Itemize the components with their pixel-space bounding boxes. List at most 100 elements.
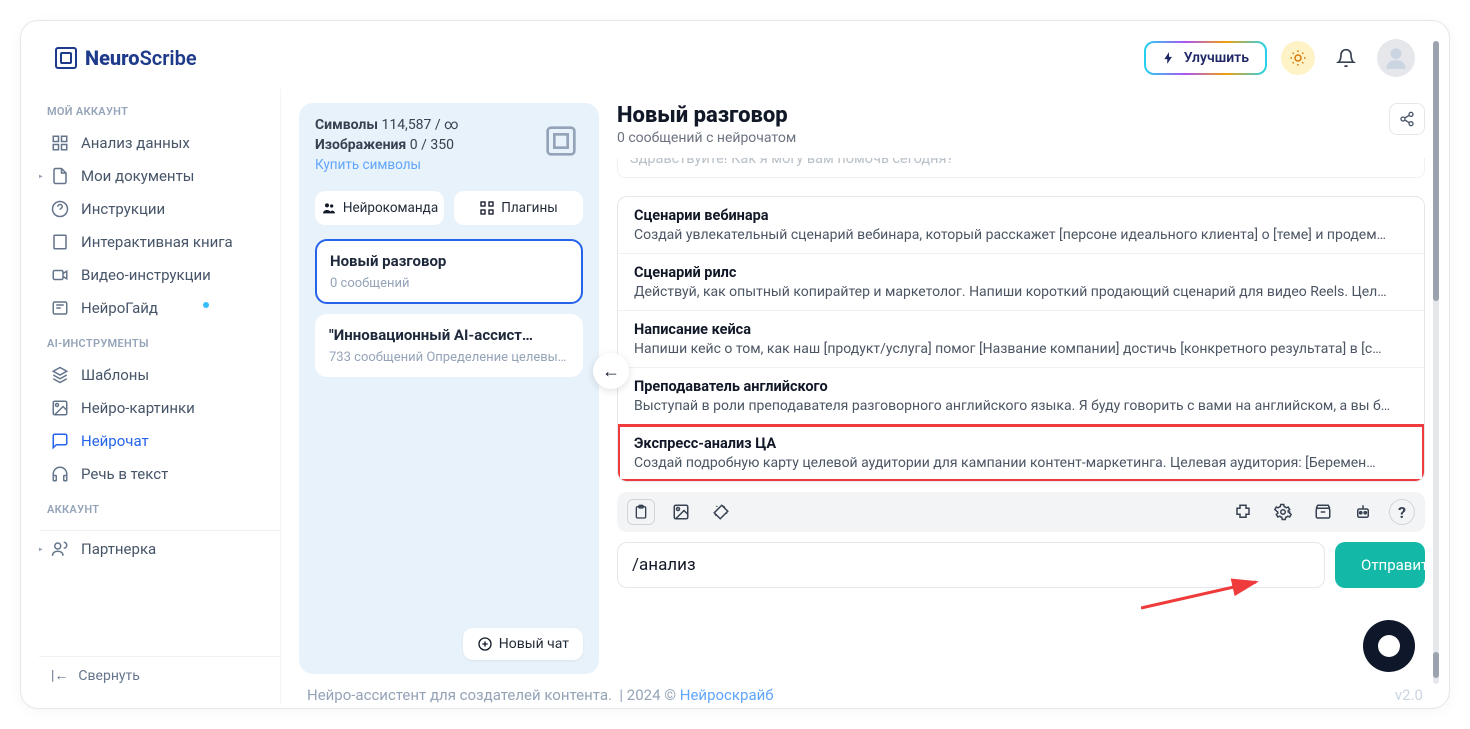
main-area: Символы 114,587 / ∞ Изображения 0 / 350 …	[281, 89, 1449, 704]
sidebar-item-chat[interactable]: Нейрочат	[39, 425, 274, 457]
chat-input[interactable]	[617, 542, 1325, 588]
sidebar-heading-acc2: АККАУНТ	[39, 491, 280, 524]
sidebar-item-guide[interactable]: НейроГайд	[39, 292, 274, 324]
layers-icon	[51, 366, 69, 384]
team-icon	[321, 200, 337, 216]
collapse-sidebar-button[interactable]: |← Свернуть	[39, 656, 280, 694]
chevron-right-icon: ▶	[39, 171, 43, 182]
plus-circle-icon	[477, 636, 493, 652]
version-label: v2.0	[1395, 686, 1423, 704]
attach-image-button[interactable]	[667, 499, 695, 525]
attach-clipboard-button[interactable]	[627, 499, 655, 525]
wand-icon	[712, 503, 730, 521]
upgrade-button[interactable]: Улучшить	[1144, 41, 1267, 75]
conversation-card[interactable]: Новый разговор 0 сообщений	[315, 239, 583, 304]
sidebar-label: Партнерка	[81, 540, 156, 558]
sidebar-item-analytics[interactable]: Анализ данных	[39, 127, 274, 159]
inbox-icon	[1314, 503, 1332, 521]
new-chat-label: Новый чат	[499, 636, 569, 652]
divider	[39, 530, 280, 531]
sidebar-heading-account: МОЙ АККАУНТ	[39, 93, 280, 126]
theme-toggle[interactable]	[1281, 41, 1315, 75]
sidebar-item-docs[interactable]: ▶ Мои документы	[39, 160, 274, 192]
sidebar-label: Шаблоны	[81, 366, 149, 384]
avatar-icon	[1383, 45, 1409, 71]
help-button[interactable]: ?	[1389, 499, 1415, 525]
conversations-panel: Символы 114,587 / ∞ Изображения 0 / 350 …	[299, 103, 599, 674]
sidebar-label: Интерактивная книга	[81, 233, 233, 251]
new-chat-button[interactable]: Новый чат	[463, 628, 583, 660]
sidebar-item-instructions[interactable]: Инструкции	[39, 193, 274, 225]
ext-button[interactable]	[1229, 499, 1257, 525]
suggestion-item[interactable]: Сценарии вебинара Создай увлекательный с…	[618, 197, 1424, 254]
sidebar-label: НейроГайд	[81, 299, 158, 317]
sidebar-item-affiliate[interactable]: ▶ Партнерка	[39, 533, 274, 565]
send-button[interactable]: Отправить	[1335, 542, 1425, 588]
chat-subtitle: 0 сообщений с нейрочатом	[617, 130, 796, 146]
suggestion-title: Экспресс-анализ ЦА	[634, 435, 1408, 452]
send-label: Отправить	[1361, 556, 1425, 574]
robot-button[interactable]	[1349, 499, 1377, 525]
tab-plugins[interactable]: Плагины	[454, 191, 583, 225]
conversation-card[interactable]: "Инновационный AI-ассист… 733 сообщений …	[315, 314, 583, 377]
tab-label: Плагины	[501, 200, 558, 216]
tab-team[interactable]: Нейрокоманда	[315, 191, 444, 225]
magic-button[interactable]	[707, 499, 735, 525]
sidebar-label: Видео-инструкции	[81, 266, 211, 284]
sidebar-item-book[interactable]: Интерактивная книга	[39, 226, 274, 258]
back-button[interactable]: ←	[593, 353, 629, 389]
settings-button[interactable]	[1269, 499, 1297, 525]
user-avatar[interactable]	[1377, 39, 1415, 77]
share-button[interactable]	[1389, 103, 1425, 135]
suggestion-title: Написание кейса	[634, 321, 1408, 338]
sidebar-item-video[interactable]: Видео-инструкции	[39, 259, 274, 291]
chat-icon	[51, 432, 69, 450]
suggestion-title: Сценарий рилс	[634, 264, 1408, 281]
floating-chat-button[interactable]	[1363, 620, 1415, 672]
conversation-title: Новый разговор	[330, 252, 568, 270]
chat-title: Новый разговор	[617, 103, 796, 128]
chevron-right-icon: ▶	[39, 544, 43, 555]
suggestion-title: Сценарии вебинара	[634, 207, 1408, 224]
image-icon	[51, 399, 69, 417]
upgrade-label: Улучшить	[1184, 50, 1249, 66]
bell-icon	[1336, 48, 1356, 68]
footer-link[interactable]: Нейроскрайб	[680, 686, 774, 704]
sidebar-label: Мои документы	[81, 167, 194, 185]
users-icon	[51, 540, 69, 558]
sidebar-item-images[interactable]: Нейро-картинки	[39, 392, 274, 424]
suggestion-item-highlighted[interactable]: Экспресс-анализ ЦА Создай подробную карт…	[618, 425, 1424, 481]
suggestion-item[interactable]: Преподаватель английского Выступай в рол…	[618, 368, 1424, 425]
suggestion-item[interactable]: Написание кейса Напиши кейс о том, как н…	[618, 311, 1424, 368]
notifications-button[interactable]	[1329, 41, 1363, 75]
file-icon	[51, 167, 69, 185]
suggestions-list: Сценарии вебинара Создай увлекательный с…	[617, 196, 1425, 482]
grid-icon	[51, 134, 69, 152]
greeting-message-cut: Здравствуйте! Как я могу вам помочь сего…	[617, 158, 1425, 178]
collapse-label: Свернуть	[78, 668, 139, 684]
suggestion-desc: Напиши кейс о том, как наш [продукт/услу…	[634, 341, 1408, 357]
newspaper-icon	[51, 299, 69, 317]
notification-dot	[203, 302, 209, 308]
video-icon	[51, 266, 69, 284]
footer: Нейро-ассистент для создателей контента.…	[281, 674, 1449, 704]
share-icon	[1399, 111, 1415, 127]
sidebar-label: Нейрочат	[81, 432, 149, 450]
archive-button[interactable]	[1309, 499, 1337, 525]
sidebar: МОЙ АККАУНТ Анализ данных ▶ Мои документ…	[21, 89, 281, 704]
sidebar-item-stt[interactable]: Речь в текст	[39, 458, 274, 490]
app-body: МОЙ АККАУНТ Анализ данных ▶ Мои документ…	[21, 89, 1449, 704]
suggestion-item[interactable]: Сценарий рилс Действуй, как опытный копи…	[618, 254, 1424, 311]
footer-text: Нейро-ассистент для создателей контента.	[307, 686, 612, 704]
help-icon	[51, 200, 69, 218]
sidebar-item-templates[interactable]: Шаблоны	[39, 359, 274, 391]
brand-name-bold: Neuro	[85, 46, 140, 70]
app-frame: NeuroScribe Улучшить МОЙ АККАУНТ	[20, 20, 1450, 709]
brand-logo[interactable]: NeuroScribe	[55, 46, 197, 70]
suggestion-desc: Создай подробную карту целевой аудитории…	[634, 455, 1408, 471]
sun-icon	[1289, 49, 1307, 67]
sidebar-heading-ai: AI-ИНСТРУМЕНТЫ	[39, 325, 280, 358]
question-icon: ?	[1398, 503, 1406, 522]
gear-icon	[1274, 503, 1292, 521]
collapse-icon: |←	[51, 667, 68, 684]
